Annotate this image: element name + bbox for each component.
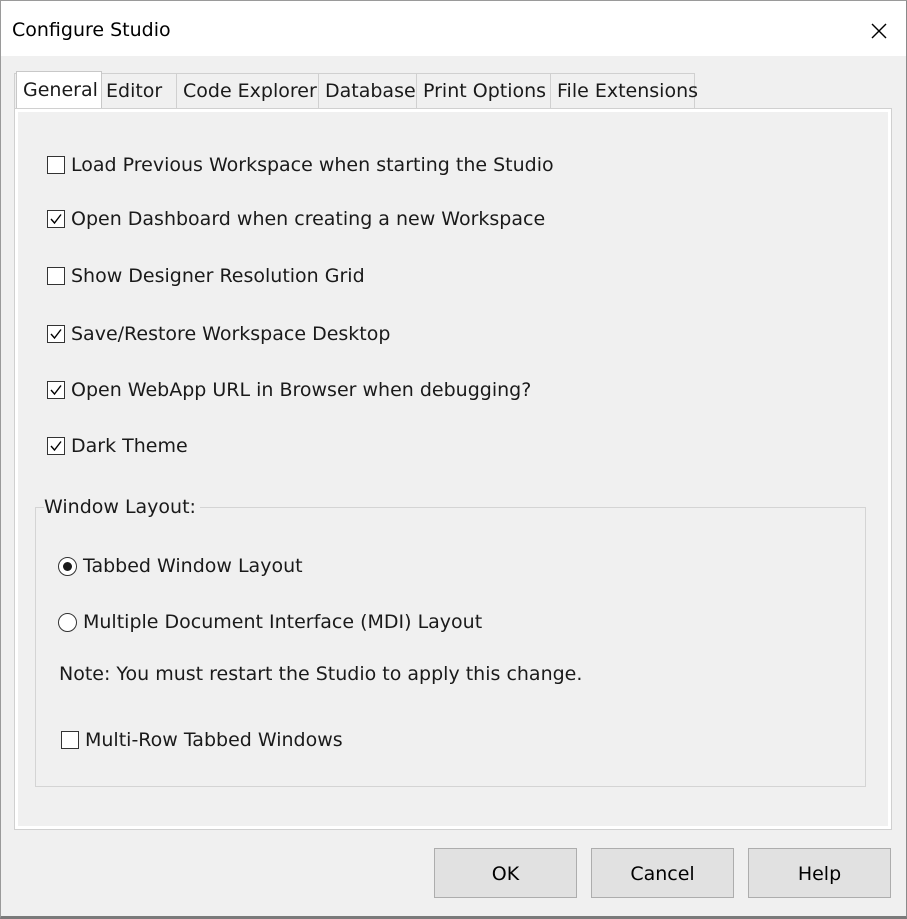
restart-note: Note: You must restart the Studio to app…: [59, 663, 583, 685]
option-show-designer-grid[interactable]: Show Designer Resolution Grid: [47, 265, 365, 287]
checkmark-icon: [50, 385, 62, 396]
cancel-button[interactable]: Cancel: [591, 848, 734, 898]
option-open-dashboard[interactable]: Open Dashboard when creating a new Works…: [47, 208, 545, 230]
option-label: Multi-Row Tabbed Windows: [85, 729, 343, 751]
option-load-previous-workspace[interactable]: Load Previous Workspace when starting th…: [47, 154, 554, 176]
option-label: Open Dashboard when creating a new Works…: [71, 208, 546, 230]
window-title: Configure Studio: [12, 19, 171, 41]
tab-label: File Extensions: [557, 80, 699, 102]
window-layout-label: Window Layout:: [44, 496, 200, 518]
help-button[interactable]: Help: [748, 848, 891, 898]
option-dark-theme[interactable]: Dark Theme: [47, 435, 188, 457]
tab-code-explorer[interactable]: Code Explorer: [176, 73, 319, 108]
checkbox[interactable]: [47, 267, 65, 285]
option-label: Open WebApp URL in Browser when debuggin…: [71, 379, 532, 401]
tab-file-extensions[interactable]: File Extensions: [550, 73, 699, 108]
tab-general[interactable]: General: [16, 71, 102, 108]
tab-label: General: [23, 79, 98, 101]
radio-tabbed-layout[interactable]: Tabbed Window Layout: [58, 555, 303, 577]
checkbox[interactable]: [47, 325, 65, 343]
title-bar: Configure Studio: [1, 1, 906, 56]
checkmark-icon: [50, 441, 62, 452]
close-icon: [871, 23, 887, 39]
option-open-webapp-url[interactable]: Open WebApp URL in Browser when debuggin…: [47, 379, 531, 401]
radio-button[interactable]: [58, 556, 77, 576]
radio-button[interactable]: [58, 612, 77, 632]
tab-print-options[interactable]: Print Options: [416, 73, 551, 108]
radio-label: Multiple Document Interface (MDI) Layout: [83, 611, 483, 633]
tab-label: Print Options: [423, 80, 547, 102]
checkbox[interactable]: [47, 156, 65, 174]
checkbox[interactable]: [47, 437, 65, 455]
tab-label: Database: [325, 80, 416, 102]
checkbox[interactable]: [61, 731, 79, 749]
radio-selected-dot: [63, 561, 72, 571]
radio-mdi-layout[interactable]: Multiple Document Interface (MDI) Layout: [58, 611, 482, 633]
checkmark-icon: [50, 214, 62, 225]
option-save-restore-desktop[interactable]: Save/Restore Workspace Desktop: [47, 323, 390, 345]
radio-label: Tabbed Window Layout: [83, 555, 303, 577]
ok-button[interactable]: OK: [434, 848, 577, 898]
option-label: Save/Restore Workspace Desktop: [71, 323, 391, 345]
tab-label: Editor: [106, 80, 163, 102]
checkbox[interactable]: [47, 210, 65, 228]
checkmark-icon: [50, 329, 62, 340]
checkbox[interactable]: [47, 381, 65, 399]
tab-editor[interactable]: Editor: [101, 73, 177, 108]
option-label: Load Previous Workspace when starting th…: [71, 154, 554, 176]
option-label: Show Designer Resolution Grid: [71, 265, 365, 287]
close-button[interactable]: [859, 11, 899, 51]
tab-database[interactable]: Database: [318, 73, 417, 108]
configure-studio-dialog: Configure Studio Editor Code Explorer Da…: [0, 0, 907, 919]
option-label: Dark Theme: [71, 435, 188, 457]
tab-label: Code Explorer: [183, 80, 317, 102]
option-multi-row-tabbed[interactable]: Multi-Row Tabbed Windows: [61, 729, 343, 751]
